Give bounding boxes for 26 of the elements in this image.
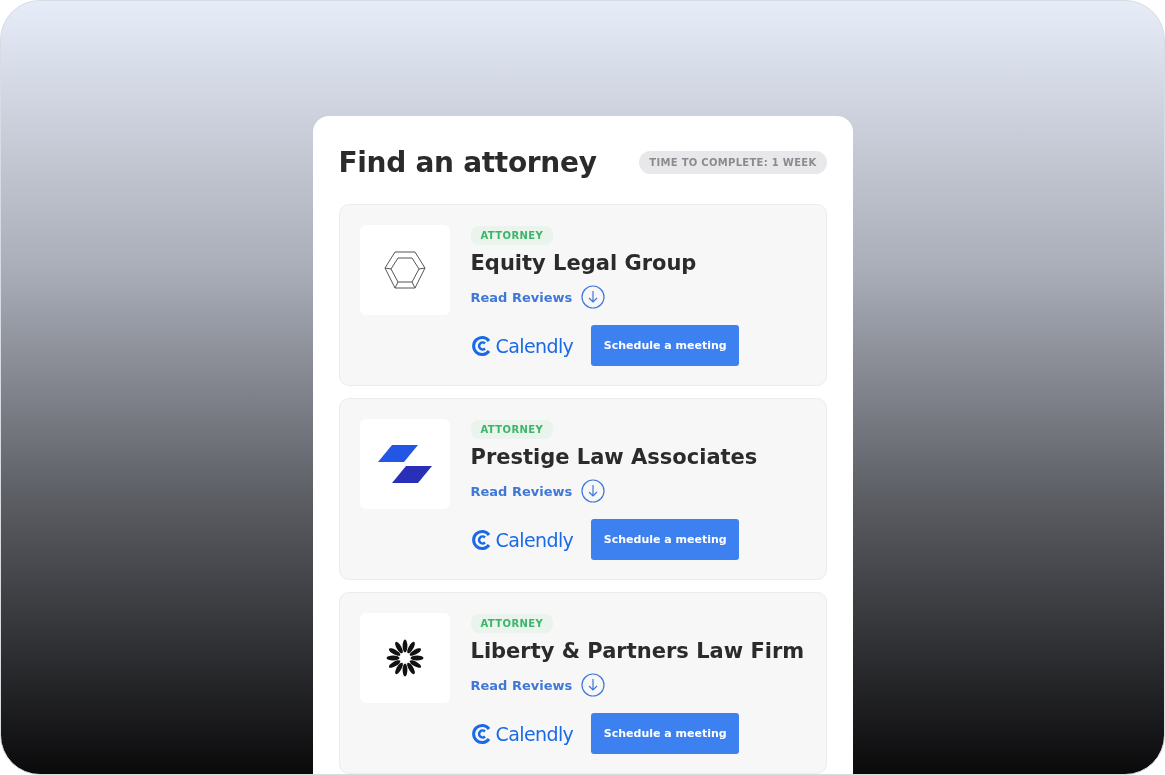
burst-logo-icon [384, 638, 425, 678]
firm-name: Equity Legal Group [470, 251, 697, 275]
read-reviews-link[interactable]: Read Reviews [470, 483, 573, 499]
panel-title: Find an attorney [338, 146, 597, 179]
down-arrow-circle-icon[interactable] [581, 479, 606, 503]
calendar-brand-logo: Calendly [470, 722, 574, 745]
firm-name: Prestige Law Associates [470, 445, 758, 469]
hexagon-logo-icon [382, 250, 427, 290]
down-arrow-circle-icon[interactable] [581, 285, 606, 309]
down-arrow-circle-icon[interactable] [581, 673, 606, 697]
firm-name: Liberty & Partners Law Firm [470, 639, 805, 663]
schedule-button[interactable]: Schedule a meeting [591, 519, 740, 560]
parallelogram-logo-icon [377, 445, 432, 483]
calendar-brand-logo: Calendly [470, 334, 574, 357]
c-logo-icon [470, 334, 493, 357]
attorney-tag: ATTORNEY [470, 614, 554, 633]
calendar-brand-logo: Calendly [470, 528, 574, 551]
attorney-tag: ATTORNEY [470, 420, 554, 439]
c-logo-icon [470, 528, 493, 551]
attorney-tag: ATTORNEY [470, 226, 554, 245]
schedule-button[interactable]: Schedule a meeting [591, 713, 740, 754]
read-reviews-link[interactable]: Read Reviews [470, 677, 573, 693]
schedule-button[interactable]: Schedule a meeting [591, 325, 740, 366]
time-badge: TIME TO COMPLETE: 1 WEEK [639, 151, 827, 174]
c-logo-icon [470, 722, 493, 745]
read-reviews-link[interactable]: Read Reviews [470, 289, 573, 305]
